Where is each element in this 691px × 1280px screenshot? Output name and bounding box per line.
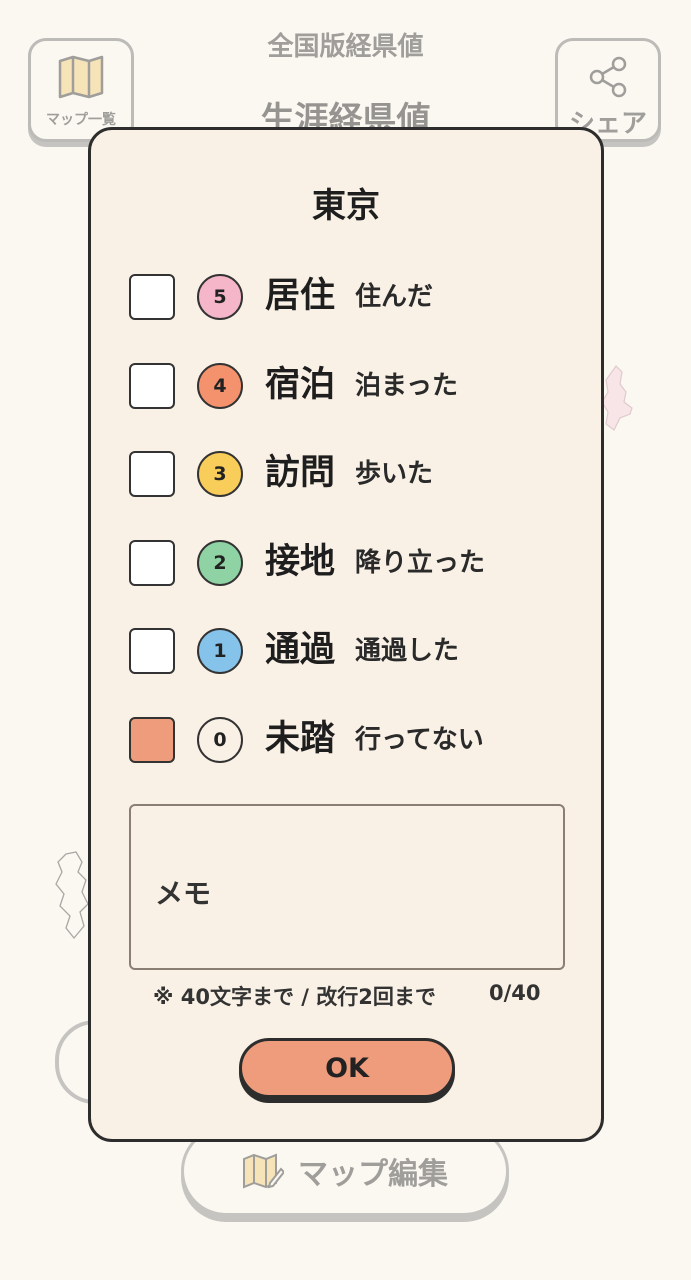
option-row-kyoju[interactable]: 5 居住 住んだ (129, 272, 569, 322)
option-name: 宿泊 (265, 365, 336, 405)
dialog-title: 東京 (312, 186, 380, 226)
memo-input[interactable]: メモ (129, 804, 565, 970)
memo-placeholder: メモ (155, 877, 212, 910)
option-description: 歩いた (355, 459, 434, 489)
level-badge: 1 (197, 628, 243, 674)
level-badge: 0 (197, 717, 243, 763)
memo-limit-note: ※ 40文字まで / 改行2回まで (153, 985, 436, 1009)
level-badge: 3 (197, 451, 243, 497)
option-checkbox[interactable] (129, 451, 175, 497)
option-name: 訪問 (265, 453, 336, 493)
option-name: 接地 (265, 542, 336, 582)
option-checkbox[interactable] (129, 717, 175, 763)
prefecture-dialog: 東京 5 居住 住んだ 4 宿泊 泊まった 3 訪問 歩いた 2 接地 降り立っ… (88, 127, 604, 1142)
option-description: 行ってない (355, 725, 484, 755)
option-checkbox[interactable] (129, 628, 175, 674)
option-name: 居住 (265, 276, 336, 316)
level-badge: 5 (197, 274, 243, 320)
option-description: 泊まった (355, 371, 458, 401)
option-checkbox[interactable] (129, 363, 175, 409)
level-badge: 2 (197, 540, 243, 586)
share-icon (589, 56, 627, 98)
map-list-label: マップ一覧 (46, 112, 116, 128)
option-checkbox[interactable] (129, 540, 175, 586)
map-edit-label: マップ編集 (298, 1157, 448, 1192)
app-screen: 全国版経県値 生涯経県値 マップ一覧 シェア マップ編集 東京 5 居住 住んだ… (0, 0, 691, 1280)
level-badge: 4 (197, 363, 243, 409)
map-icon (58, 55, 104, 99)
option-checkbox[interactable] (129, 274, 175, 320)
ok-button[interactable]: OK (239, 1038, 455, 1098)
option-name: 未踏 (265, 719, 336, 759)
option-row-shukuhaku[interactable]: 4 宿泊 泊まった (129, 361, 569, 411)
option-description: 住んだ (355, 282, 434, 312)
option-row-houmon[interactable]: 3 訪問 歩いた (129, 449, 569, 499)
option-description: 通過した (355, 636, 460, 666)
option-row-mitou[interactable]: 0 未踏 行ってない (129, 715, 569, 765)
option-description: 降り立った (355, 548, 486, 578)
option-row-secchi[interactable]: 2 接地 降り立った (129, 538, 569, 588)
option-name: 通過 (265, 630, 336, 670)
map-edit-icon (243, 1153, 284, 1189)
memo-char-count: 0/40 (489, 981, 541, 1005)
map-fragment-west (55, 851, 89, 940)
option-row-tsuuka[interactable]: 1 通過 通過した (129, 626, 569, 676)
